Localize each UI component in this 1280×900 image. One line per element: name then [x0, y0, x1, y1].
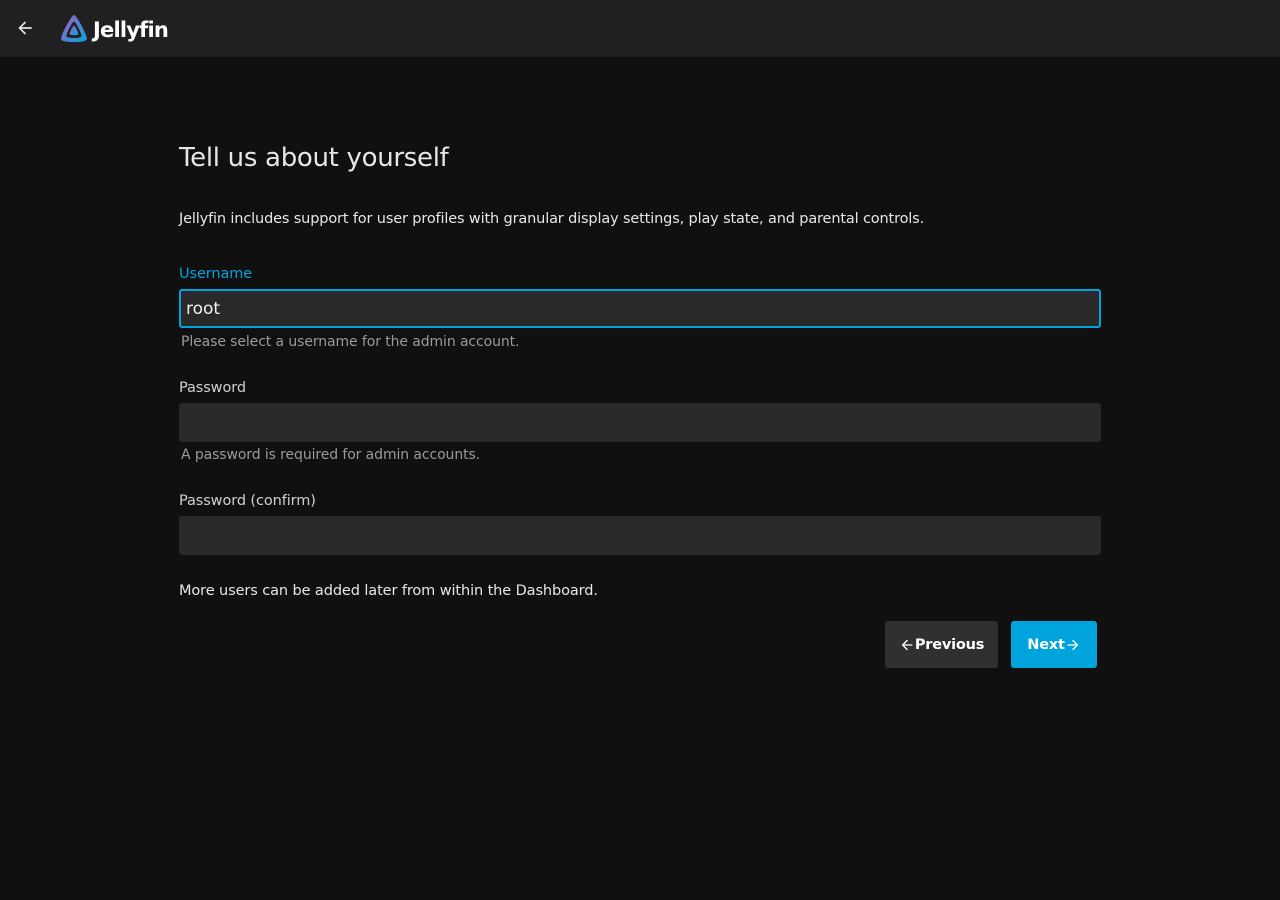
- arrow-left-icon: [18, 21, 32, 35]
- username-help-text: Please select a username for the admin a…: [181, 334, 520, 350]
- back-button[interactable]: [10, 13, 40, 43]
- password-confirm-label: Password (confirm): [179, 493, 316, 509]
- previous-button-label: Previous: [914, 636, 985, 653]
- next-button[interactable]: Next: [1011, 621, 1097, 668]
- password-help-text: A password is required for admin account…: [181, 447, 481, 463]
- app-header: Jellyfin: [0, 0, 1280, 57]
- next-button-label: Next: [1027, 636, 1065, 653]
- password-input[interactable]: [179, 403, 1101, 442]
- password-label: Password: [179, 380, 246, 396]
- username-label: Username: [179, 266, 253, 282]
- jellyfin-logo[interactable]: Jellyfin: [58, 13, 169, 45]
- dashboard-note: More users can be added later from withi…: [179, 583, 598, 599]
- password-confirm-input[interactable]: [179, 516, 1101, 555]
- arrow-left-icon: [899, 637, 915, 653]
- arrow-right-icon: [1065, 637, 1081, 653]
- app-name: Jellyfin: [93, 17, 169, 42]
- page-title: Tell us about yourself: [179, 143, 449, 173]
- jellyfin-logo-icon: [61, 15, 87, 43]
- username-input[interactable]: [179, 289, 1101, 328]
- intro-text: Jellyfin includes support for user profi…: [179, 211, 925, 227]
- previous-button[interactable]: Previous: [885, 621, 998, 668]
